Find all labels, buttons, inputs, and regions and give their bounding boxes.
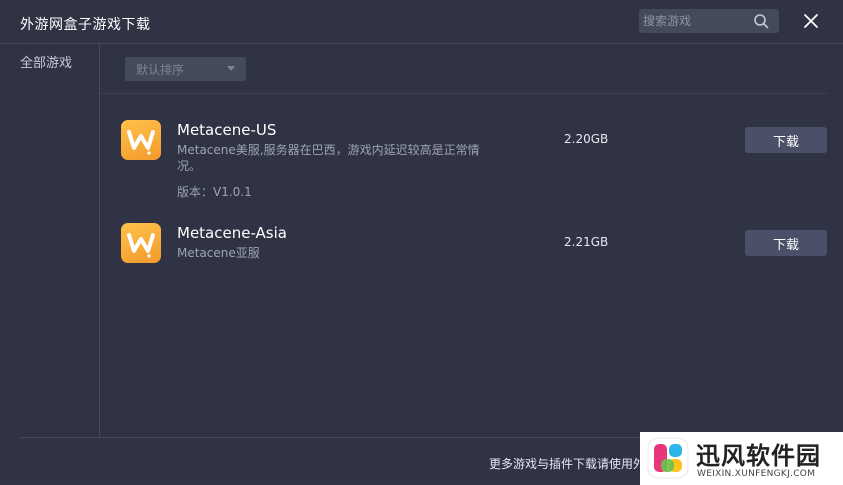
game-description: Metacene亚服 (177, 246, 260, 260)
sort-dropdown[interactable]: 默认排序 (125, 57, 246, 81)
game-size: 2.21GB (564, 235, 609, 249)
game-description: Metacene美服,服务器在巴西，游戏内延迟较高是正常情况。 (177, 143, 480, 173)
sidebar: 全部游戏 (0, 44, 100, 437)
footer-text: 更多游戏与插件下载请使用外 (489, 457, 646, 471)
caret-down-icon (227, 66, 235, 71)
watermark: 迅风软件园 WEIXIN.XUNFENGKJ.COM (640, 432, 843, 485)
sort-bar: 默认排序 (101, 44, 827, 94)
game-row: Metacene-US Metacene美服,服务器在巴西，游戏内延迟较高是正常… (101, 120, 843, 210)
xunfeng-logo-icon (647, 437, 689, 479)
sidebar-item-all-games[interactable]: 全部游戏 (20, 52, 72, 71)
game-name: Metacene-US (177, 121, 277, 139)
game-size: 2.20GB (564, 132, 609, 146)
metacene-logo-icon (121, 120, 161, 160)
search-box[interactable] (639, 9, 779, 33)
sort-selected-value: 默认排序 (136, 63, 185, 77)
download-button[interactable]: 下载 (745, 230, 827, 256)
window-title: 外游网盒子游戏下载 (20, 17, 151, 33)
search-input[interactable] (643, 11, 747, 31)
close-icon[interactable] (802, 12, 820, 30)
game-version: 版本：V1.0.1 (177, 185, 252, 199)
game-name: Metacene-Asia (177, 224, 287, 242)
download-button[interactable]: 下载 (745, 127, 827, 153)
watermark-subtitle: WEIXIN.XUNFENGKJ.COM (697, 469, 816, 479)
search-icon[interactable] (753, 13, 769, 29)
game-row: Metacene-Asia Metacene亚服 2.21GB 下载 (101, 223, 843, 313)
title-bar: 外游网盒子游戏下载 (0, 0, 843, 44)
watermark-title: 迅风软件园 (696, 442, 821, 470)
metacene-logo-icon (121, 223, 161, 263)
